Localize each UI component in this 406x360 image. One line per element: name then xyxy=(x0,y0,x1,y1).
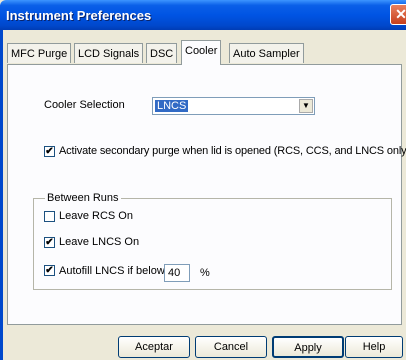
autofill-lncs-checkbox[interactable]: ✔ xyxy=(44,265,55,276)
secondary-purge-checkbox[interactable]: ✔ xyxy=(44,146,55,157)
tab-lcd-signals[interactable]: LCD Signals xyxy=(74,43,144,63)
autofill-lncs-label: Autofill LNCS if below xyxy=(59,265,165,277)
leave-rcs-on-checkbox[interactable] xyxy=(44,211,55,222)
cancel-button[interactable]: Cancel xyxy=(195,336,267,358)
chevron-down-icon[interactable]: ▼ xyxy=(299,99,313,113)
cooler-selection-value: LNCS xyxy=(155,100,189,112)
help-button[interactable]: Help xyxy=(345,336,403,358)
tab-auto-sampler[interactable]: Auto Sampler xyxy=(229,43,304,63)
autofill-unit-label: % xyxy=(200,267,210,279)
cooler-selection-dropdown[interactable]: LNCS ▼ xyxy=(152,97,315,115)
secondary-purge-label: Activate secondary purge when lid is ope… xyxy=(59,145,406,157)
ok-button[interactable]: Aceptar xyxy=(118,336,190,358)
between-runs-legend: Between Runs xyxy=(45,192,121,204)
tab-cooler[interactable]: Cooler xyxy=(181,40,222,65)
instrument-preferences-window: Instrument Preferences ✕ MFC Purge LCD S… xyxy=(0,0,406,360)
apply-button[interactable]: Apply xyxy=(272,336,344,358)
tab-dsc[interactable]: DSC xyxy=(146,43,178,63)
title-bar[interactable]: Instrument Preferences ✕ xyxy=(0,0,406,30)
window-title: Instrument Preferences xyxy=(6,8,152,23)
close-icon[interactable]: ✕ xyxy=(390,4,406,25)
autofill-threshold-input[interactable]: 40 xyxy=(164,264,190,282)
leave-rcs-on-label: Leave RCS On xyxy=(59,210,133,222)
leave-lncs-on-label: Leave LNCS On xyxy=(59,236,140,248)
tab-mfc-purge[interactable]: MFC Purge xyxy=(7,43,72,63)
leave-lncs-on-checkbox[interactable]: ✔ xyxy=(44,237,55,248)
cooler-selection-label: Cooler Selection xyxy=(44,99,125,111)
